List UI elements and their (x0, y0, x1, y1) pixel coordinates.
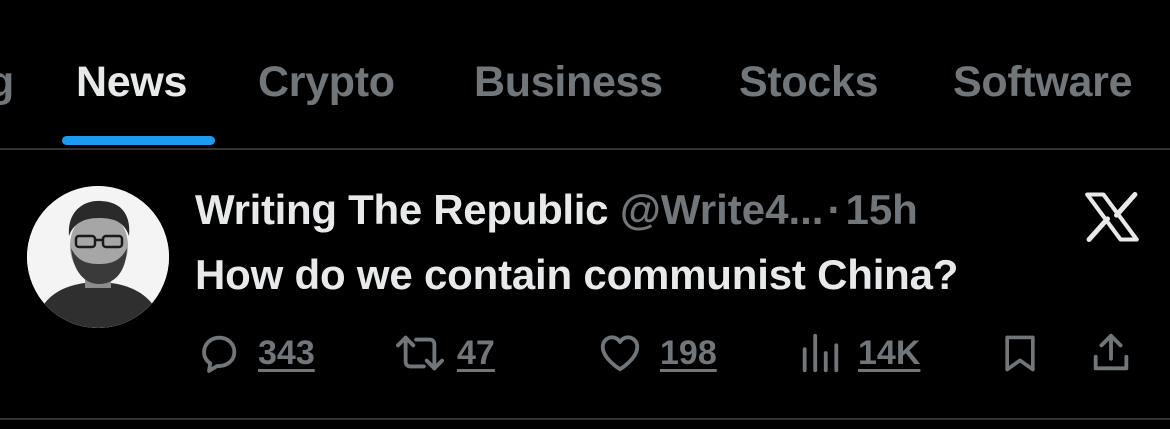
tweet-text: How do we contain communist China? (195, 251, 959, 298)
like-button[interactable]: 198 (596, 328, 717, 378)
bookmark-button[interactable] (998, 328, 1042, 378)
tweet-timestamp[interactable]: 15h (845, 186, 917, 233)
views-icon (802, 333, 839, 373)
like-count[interactable]: 198 (660, 334, 717, 373)
reply-button[interactable]: 343 (196, 328, 315, 378)
tab-news[interactable]: News (76, 56, 187, 108)
repost-button[interactable]: 47 (395, 328, 495, 378)
active-tab-indicator (62, 136, 215, 145)
share-icon (1093, 333, 1129, 371)
tab-stocks[interactable]: Stocks (739, 56, 879, 108)
topic-tab-bar: g News Crypto Business Stocks Software (0, 0, 1170, 150)
x-logo-icon (1085, 192, 1139, 242)
views-count[interactable]: 14K (858, 334, 920, 373)
tweet-card[interactable]: Writing The Republic @Write4...·15h How … (0, 150, 1170, 420)
author-handle[interactable]: @Write4... (620, 186, 824, 233)
avatar-man-with-glasses-and-beard-icon (27, 186, 169, 328)
avatar[interactable] (27, 186, 169, 328)
reply-icon (202, 335, 237, 373)
author-name[interactable]: Writing The Republic (195, 186, 609, 233)
share-button[interactable] (1088, 328, 1134, 378)
repost-count[interactable]: 47 (457, 334, 495, 373)
tab-business[interactable]: Business (474, 56, 663, 108)
bookmark-icon (1005, 335, 1035, 372)
tab-software[interactable]: Software (953, 56, 1133, 108)
reply-count[interactable]: 343 (258, 334, 315, 373)
views-button[interactable]: 14K (798, 328, 920, 378)
tab-crypto[interactable]: Crypto (258, 56, 395, 108)
repost-icon (396, 335, 444, 371)
tab-gaming[interactable]: g (0, 56, 14, 108)
tweet-header: Writing The Republic @Write4...·15h (195, 184, 918, 236)
separator-dot: · (827, 186, 842, 233)
heart-icon (600, 335, 640, 372)
tweet-actions: 343 47 198 14K (0, 328, 1170, 378)
